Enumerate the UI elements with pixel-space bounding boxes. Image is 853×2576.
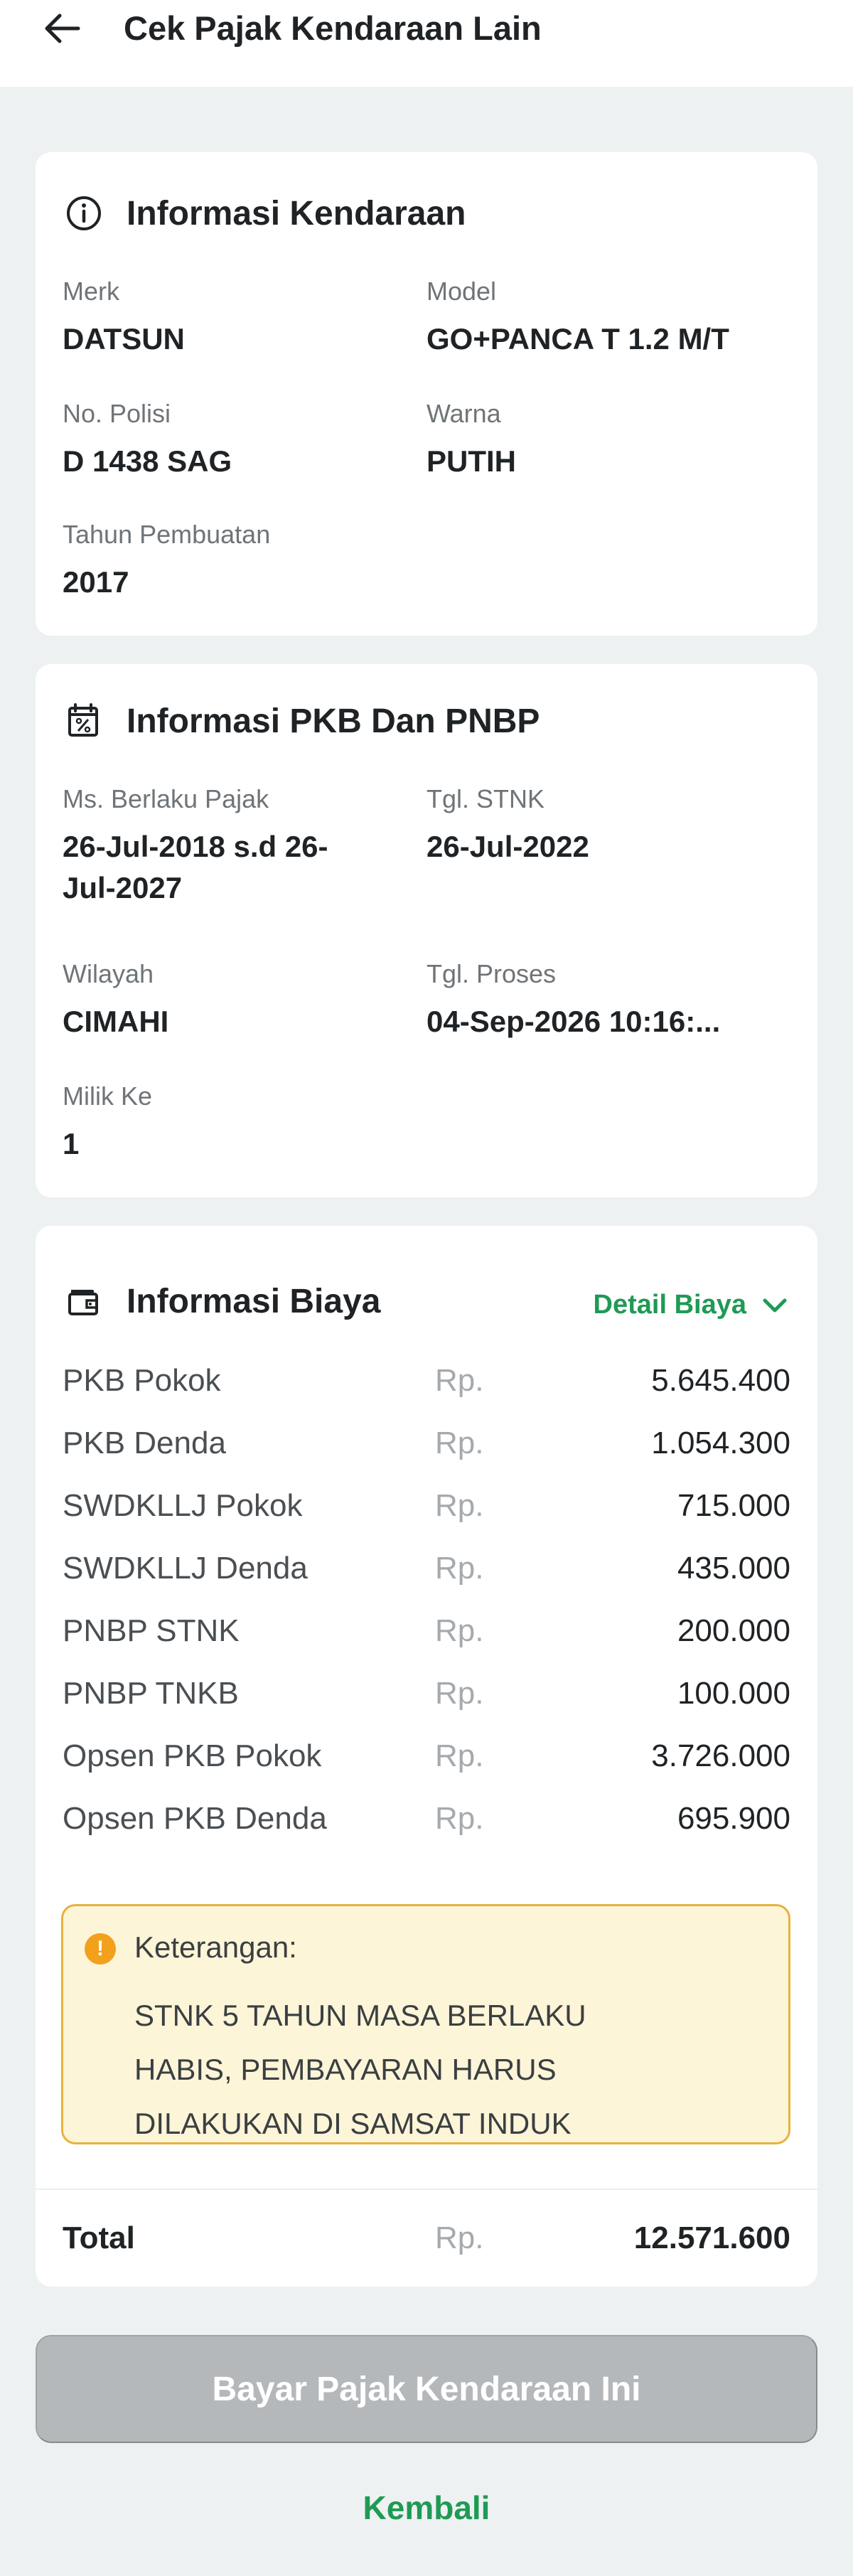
cost-amount: 435.000 — [677, 1551, 790, 1586]
page-title: Cek Pajak Kendaraan Lain — [124, 9, 542, 47]
cost-amount: 1.054.300 — [651, 1426, 790, 1460]
back-button[interactable] — [37, 0, 87, 57]
total-label: Total — [63, 2220, 135, 2255]
field-label: Tgl. Proses — [426, 959, 557, 988]
pkb-info-header: Informasi PKB Dan PNBP — [63, 700, 540, 742]
note-line: HABIS, PEMBAYARAN HARUS — [134, 2053, 557, 2086]
pkb-info-card: Informasi PKB Dan PNBP Ms. Berlaku Pajak… — [36, 664, 817, 1197]
cost-row: Opsen PKB Pokok Rp. 3.726.000 — [63, 1735, 790, 1778]
cost-currency: Rp. — [435, 1738, 484, 1773]
detail-biaya-label: Detail Biaya — [593, 1290, 746, 1320]
biaya-info-title: Informasi Biaya — [127, 1282, 381, 1320]
cost-label: PNBP TNKB — [63, 1676, 239, 1711]
note-title: Keterangan: — [134, 1930, 297, 1964]
cost-amount: 695.900 — [677, 1801, 790, 1836]
cost-label: PKB Denda — [63, 1426, 226, 1460]
cost-currency: Rp. — [435, 1426, 484, 1460]
vehicle-info-header: Informasi Kendaraan — [63, 192, 466, 235]
cost-row: PNBP TNKB Rp. 100.000 — [63, 1672, 790, 1715]
total-currency: Rp. — [435, 2220, 484, 2255]
cost-row: SWDKLLJ Pokok Rp. 715.000 — [63, 1485, 790, 1527]
field-wilayah: Wilayah CIMAHI — [63, 957, 168, 1042]
cost-row: PKB Pokok Rp. 5.645.400 — [63, 1359, 790, 1402]
kembali-link[interactable]: Kembali — [0, 2489, 853, 2527]
field-value: 1 — [63, 1127, 80, 1160]
vehicle-info-title: Informasi Kendaraan — [127, 194, 466, 233]
cost-row: Opsen PKB Denda Rp. 695.900 — [63, 1797, 790, 1840]
cost-amount: 200.000 — [677, 1613, 790, 1648]
field-label: Tgl. STNK — [426, 784, 545, 813]
note-line: STNK 5 TAHUN MASA BERLAKU — [134, 1999, 586, 2032]
top-bar: Cek Pajak Kendaraan Lain — [0, 0, 853, 87]
field-label: Tahun Pembuatan — [63, 520, 271, 549]
field-label: Warna — [426, 399, 501, 428]
field-tgl-proses: Tgl. Proses 04-Sep-2026 10:16:... — [426, 957, 720, 1042]
arrow-left-icon — [45, 14, 80, 43]
cost-label: SWDKLLJ Denda — [63, 1551, 308, 1586]
cost-row: PKB Denda Rp. 1.054.300 — [63, 1422, 790, 1465]
cost-label: SWDKLLJ Pokok — [63, 1488, 303, 1523]
field-milik-ke: Milik Ke 1 — [63, 1079, 152, 1165]
field-value: 04-Sep-2026 10:16:... — [426, 1005, 721, 1038]
field-merk: Merk DATSUN — [63, 274, 185, 360]
field-label: Merk — [63, 277, 119, 306]
cost-row: PNBP STNK Rp. 200.000 — [63, 1610, 790, 1652]
cost-label: PKB Pokok — [63, 1363, 221, 1398]
tax-percent-icon — [63, 700, 105, 742]
chevron-down-icon — [763, 1298, 787, 1312]
biaya-info-header: Informasi Biaya — [63, 1280, 380, 1322]
field-label: Ms. Berlaku Pajak — [63, 784, 269, 813]
field-value: DATSUN — [63, 322, 185, 356]
cost-label: Opsen PKB Denda — [63, 1801, 327, 1836]
pkb-info-title: Informasi PKB Dan PNBP — [127, 702, 540, 740]
cost-amount: 3.726.000 — [651, 1738, 790, 1773]
field-model: Model GO+PANCA T 1.2 M/T — [426, 274, 729, 360]
pay-tax-button[interactable]: Bayar Pajak Kendaraan Ini — [36, 2335, 817, 2443]
wallet-icon — [63, 1280, 105, 1322]
cost-currency: Rp. — [435, 1488, 484, 1523]
field-value: PUTIH — [426, 444, 516, 478]
field-warna: Warna PUTIH — [426, 397, 516, 482]
cost-currency: Rp. — [435, 1363, 484, 1398]
keterangan-note: ! Keterangan: STNK 5 TAHUN MASA BERLAKU … — [61, 1904, 790, 2144]
info-circle-icon — [63, 192, 105, 235]
vehicle-info-card: Informasi Kendaraan Merk DATSUN Model GO… — [36, 152, 817, 636]
total-amount: 12.571.600 — [633, 2220, 790, 2255]
cost-label: Opsen PKB Pokok — [63, 1738, 322, 1773]
cost-amount: 100.000 — [677, 1676, 790, 1711]
cost-label: PNBP STNK — [63, 1613, 240, 1648]
field-tahun: Tahun Pembuatan 2017 — [63, 518, 270, 603]
biaya-info-card: Informasi Biaya Detail Biaya PKB Pokok Rp… — [36, 1226, 817, 2287]
note-line: DILAKUKAN DI SAMSAT INDUK — [134, 2107, 572, 2140]
field-tgl-stnk: Tgl. STNK 26-Jul-2022 — [426, 782, 589, 867]
divider — [36, 2188, 817, 2190]
field-value: GO+PANCA T 1.2 M/T — [426, 322, 729, 356]
field-value: 26-Jul-2022 — [426, 830, 589, 863]
field-value-line: 26-Jul-2018 s.d 26- — [63, 830, 328, 863]
field-value-line: Jul-2027 — [63, 871, 183, 904]
field-label: Model — [426, 277, 497, 306]
field-label: Wilayah — [63, 959, 154, 988]
field-no-polisi: No. Polisi D 1438 SAG — [63, 397, 232, 482]
field-value: CIMAHI — [63, 1005, 169, 1038]
note-text: STNK 5 TAHUN MASA BERLAKU HABIS, PEMBAYA… — [134, 1989, 760, 2151]
cost-amount: 5.645.400 — [651, 1363, 790, 1398]
field-label: Milik Ke — [63, 1081, 153, 1111]
cost-currency: Rp. — [435, 1551, 484, 1586]
field-masa-berlaku: Ms. Berlaku Pajak 26-Jul-2018 s.d 26- Ju… — [63, 782, 418, 909]
field-value: 2017 — [63, 565, 129, 599]
detail-biaya-toggle[interactable]: Detail Biaya — [594, 1290, 790, 1320]
field-value: D 1438 SAG — [63, 444, 232, 478]
cost-row: SWDKLLJ Denda Rp. 435.000 — [63, 1547, 790, 1590]
total-row: Total Rp. 12.571.600 — [63, 2210, 790, 2267]
cost-currency: Rp. — [435, 1801, 484, 1836]
info-warning-icon: ! — [85, 1933, 116, 1965]
cost-currency: Rp. — [435, 1676, 484, 1711]
field-label: No. Polisi — [63, 399, 171, 428]
cost-amount: 715.000 — [677, 1488, 790, 1523]
cost-currency: Rp. — [435, 1613, 484, 1648]
field-value: 26-Jul-2018 s.d 26- Jul-2027 — [63, 826, 418, 909]
